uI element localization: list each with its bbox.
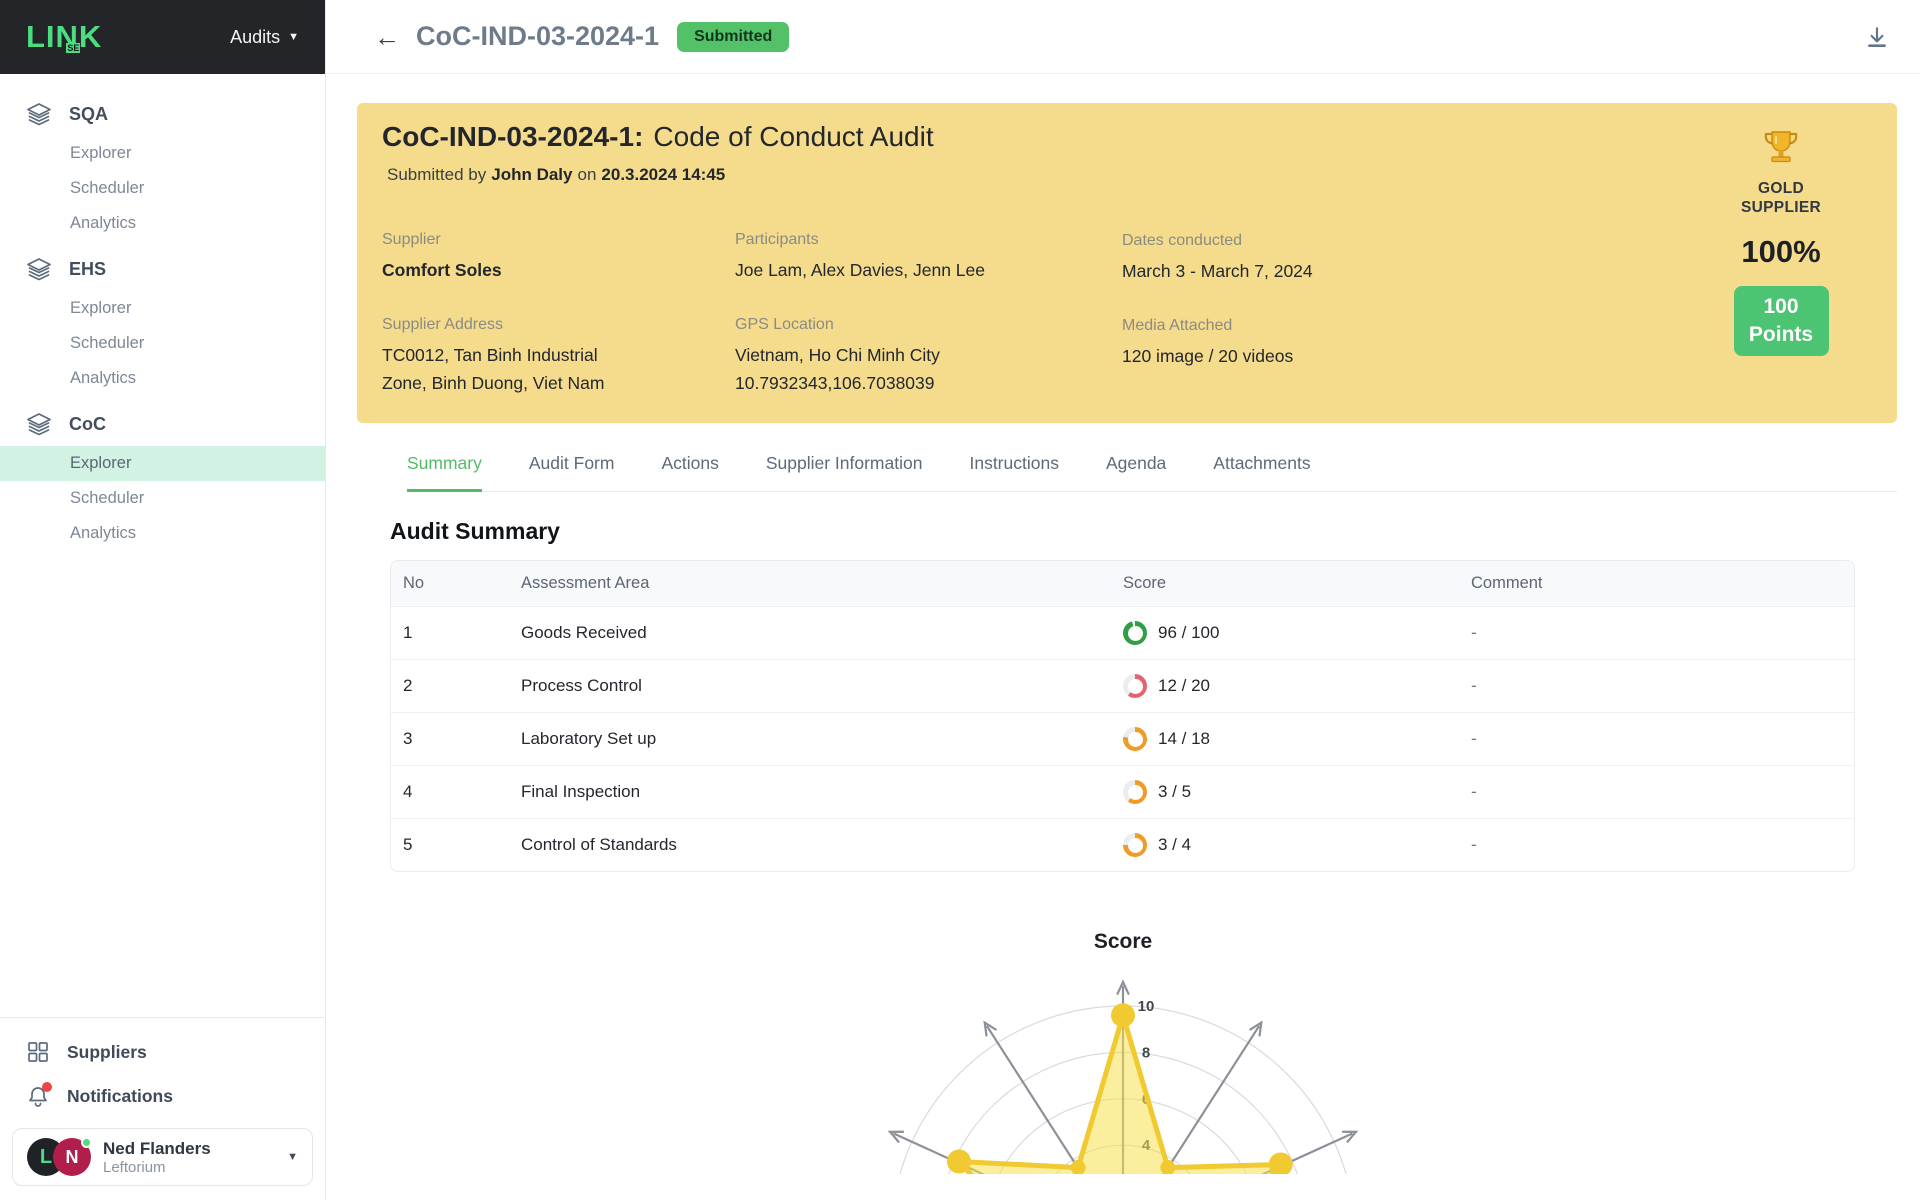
table-row[interactable]: 1 Goods Received 96 / 100 - [391,606,1854,659]
table-row[interactable]: 3 Laboratory Set up 14 / 18 - [391,712,1854,765]
suppliers-label: Suppliers [67,1042,147,1063]
score-ring [1123,780,1147,804]
status-badge: Submitted [677,22,789,52]
svg-text:10: 10 [1138,998,1155,1015]
award-panel: GOLD SUPPLIER 100% 100 Points [1717,129,1845,356]
layers-icon [26,411,52,437]
table-row[interactable]: 2 Process Control 12 / 20 - [391,659,1854,712]
sidebar-item-sqa-explorer[interactable]: Explorer [0,136,325,171]
audit-title: CoC-IND-03-2024-1: Code of Conduct Audit [382,121,934,153]
chevron-down-icon: ▼ [288,31,299,43]
layers-icon [26,256,52,282]
score-radar-chart: 10864 [743,962,1503,1174]
field-media-attached: Media Attached 120 image / 20 videos [1122,317,1422,370]
sidebar-section-label: EHS [69,259,106,280]
logo-se-badge: SE [66,43,80,53]
sidebar-section-ehs[interactable]: EHS [0,247,325,291]
notifications-label: Notifications [67,1086,173,1107]
field-supplier-address: Supplier Address TC0012, Tan Binh Indust… [382,316,627,397]
tab-actions[interactable]: Actions [661,453,718,492]
table-row[interactable]: 5 Control of Standards 3 / 4 - [391,818,1854,871]
score-chart-section: Score 10864 [326,930,1920,1174]
tab-instructions[interactable]: Instructions [969,453,1058,492]
audit-summary-table: No Assessment Area Score Comment 1 Goods… [390,560,1855,872]
audit-header-card: CoC-IND-03-2024-1:Code of Conduct Audit … [357,103,1897,423]
sidebar-item-ehs-analytics[interactable]: Analytics [0,361,325,396]
tab-attachments[interactable]: Attachments [1213,453,1310,492]
user-avatar: N [53,1138,91,1176]
grid-icon [26,1040,50,1064]
submitted-line: Submitted by John Daly on 20.3.2024 14:4… [387,165,725,185]
sidebar-item-notifications[interactable]: Notifications [12,1074,313,1118]
field-supplier: Supplier Comfort Soles [382,231,682,284]
layers-icon [26,101,52,127]
audit-code: CoC-IND-03-2024-1: [382,121,643,152]
tab-bar: Summary Audit Form Actions Supplier Info… [407,423,1897,492]
avatar: L N [27,1138,91,1176]
sidebar-item-suppliers[interactable]: Suppliers [12,1030,313,1074]
field-participants: Participants Joe Lam, Alex Davies, Jenn … [735,231,1065,284]
user-org: Leftorium [103,1159,275,1176]
sidebar-section-coc[interactable]: CoC [0,402,325,446]
sidebar-nav: SQA Explorer Scheduler Analytics EHS Exp… [0,74,325,551]
link-logo: LINK SE [26,19,102,55]
page-header: ← CoC-IND-03-2024-1 Submitted [326,0,1920,74]
sidebar-section-sqa[interactable]: SQA [0,92,325,136]
app-window: LINK SE Audits ▼ SQA Explorer Scheduler [0,0,1920,1200]
submitted-by: John Daly [491,165,572,185]
audit-name: Code of Conduct Audit [653,121,933,152]
audits-dropdown-label: Audits [230,27,280,48]
sidebar-item-ehs-scheduler[interactable]: Scheduler [0,326,325,361]
sidebar-item-coc-analytics[interactable]: Analytics [0,516,325,551]
chevron-down-icon: ▼ [287,1151,298,1163]
table-header-row: No Assessment Area Score Comment [391,561,1854,606]
sidebar-item-coc-explorer[interactable]: Explorer [0,446,325,481]
trophy-icon [1761,129,1801,171]
page-title: CoC-IND-03-2024-1 [416,21,659,52]
sidebar-item-ehs-explorer[interactable]: Explorer [0,291,325,326]
sidebar-item-sqa-analytics[interactable]: Analytics [0,206,325,241]
download-icon[interactable] [1864,24,1890,50]
sidebar-item-coc-scheduler[interactable]: Scheduler [0,481,325,516]
audit-summary-heading: Audit Summary [390,518,1920,545]
score-ring [1123,621,1147,645]
audits-dropdown[interactable]: Audits ▼ [230,27,299,48]
back-button[interactable]: ← [374,24,400,50]
user-menu[interactable]: L N Ned Flanders Leftorium ▼ [12,1128,313,1186]
score-percent: 100% [1717,234,1845,270]
supplier-tier-label: GOLD SUPPLIER [1717,179,1845,218]
main-content: ← CoC-IND-03-2024-1 Submitted CoC-IND-03… [326,0,1920,1200]
sidebar-section-label: CoC [69,414,106,435]
sidebar-header: LINK SE Audits ▼ [0,0,325,74]
points-badge: 100 Points [1734,286,1829,357]
field-dates-conducted: Dates conducted March 3 - March 7, 2024 [1122,232,1422,285]
svg-text:8: 8 [1142,1044,1150,1061]
chart-title: Score [326,930,1920,954]
sidebar-section-label: SQA [69,104,108,125]
sidebar: LINK SE Audits ▼ SQA Explorer Scheduler [0,0,326,1200]
tab-audit-form[interactable]: Audit Form [529,453,615,492]
notification-badge [42,1082,52,1092]
score-ring [1123,833,1147,857]
sidebar-item-sqa-scheduler[interactable]: Scheduler [0,171,325,206]
sidebar-footer: Suppliers Notifications L N [0,1017,325,1200]
tab-summary[interactable]: Summary [407,453,482,492]
tab-supplier-information[interactable]: Supplier Information [766,453,923,492]
user-name: Ned Flanders [103,1139,275,1159]
bell-icon [26,1084,50,1108]
submitted-date: 20.3.2024 14:45 [601,165,725,185]
score-ring [1123,674,1147,698]
logo-text: LINK [26,19,102,54]
table-row[interactable]: 4 Final Inspection 3 / 5 - [391,765,1854,818]
online-status-dot [81,1137,92,1148]
tab-agenda[interactable]: Agenda [1106,453,1166,492]
field-gps-location: GPS Location Vietnam, Ho Chi Minh City 1… [735,316,1065,397]
score-ring [1123,727,1147,751]
